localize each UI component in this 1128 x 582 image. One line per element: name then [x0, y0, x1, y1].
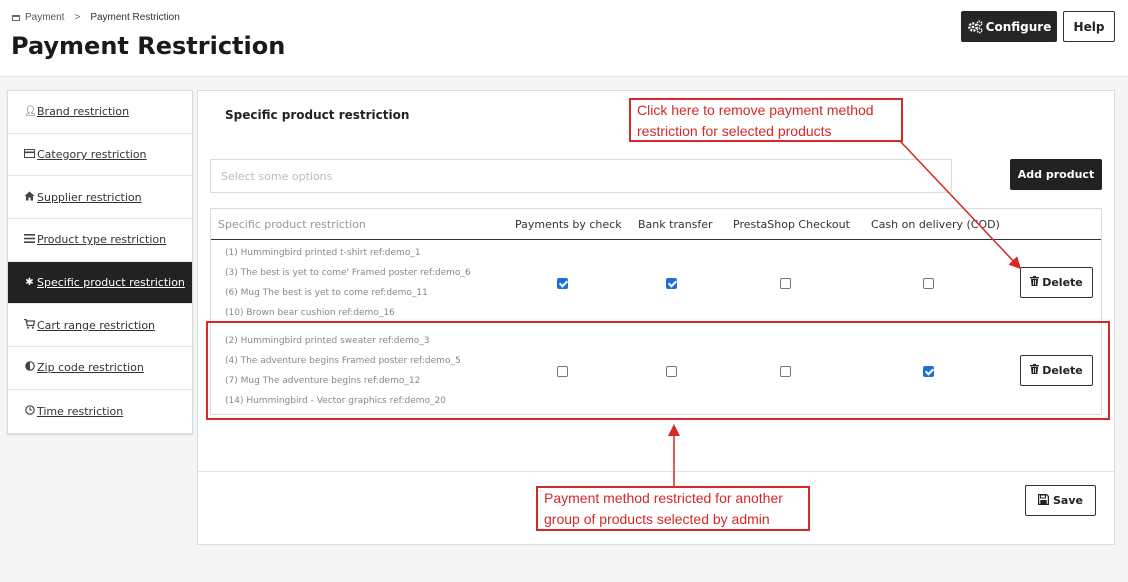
sidebar-item-zip-code-restriction[interactable]: Zip code restriction [8, 347, 192, 390]
specific-product-panel: Specific product restriction Select some… [197, 90, 1115, 545]
column-header: Specific product restriction [218, 218, 366, 231]
sidebar-item-label: Product type restriction [37, 233, 167, 247]
payment-icon [12, 14, 20, 21]
asterisk-icon: ✱ [25, 277, 34, 289]
sidebar-item-label: Zip code restriction [37, 361, 144, 375]
trash-icon [1030, 276, 1040, 289]
panel-title: Specific product restriction [225, 108, 410, 122]
annotation-line: restriction for selected products [637, 123, 832, 139]
breadcrumb-current: Payment Restriction [90, 12, 180, 23]
table-header: Specific product restriction Payments by… [211, 209, 1101, 240]
sidebar-item-product-type-restriction[interactable]: Product type restriction [8, 219, 192, 262]
product-item: (3) The best is yet to come' Framed post… [225, 268, 471, 278]
panel-divider [198, 471, 1114, 472]
check-cash-on-delivery[interactable] [923, 278, 934, 289]
column-header: Bank transfer [638, 218, 713, 231]
configure-label: Configure [985, 19, 1052, 34]
annotation-line: group of products selected by admin [544, 511, 770, 527]
user-icon: 👤︎ [24, 106, 37, 118]
page-title: Payment Restriction [11, 32, 286, 60]
help-button[interactable]: Help [1063, 11, 1115, 42]
product-item: (6) Mug The best is yet to come ref:demo… [225, 288, 428, 298]
sidebar-item-label: Supplier restriction [37, 190, 142, 204]
clock-icon [24, 404, 35, 418]
delete-label: Delete [1042, 276, 1083, 289]
column-header: Cash on delivery (COD) [871, 218, 1000, 231]
sidebar-item-label: Time restriction [37, 404, 124, 418]
sidebar-item-specific-product-restriction[interactable]: ✱ Specific product restriction [8, 261, 192, 305]
sidebar: 👤︎ Brand restriction Category restrictio… [7, 90, 193, 434]
product-item: (1) Hummingbird printed t-shirt ref:demo… [225, 248, 421, 258]
save-button[interactable]: Save [1025, 485, 1096, 516]
add-product-button[interactable]: Add product [1010, 159, 1102, 190]
sidebar-item-label: Cart range restriction [37, 318, 156, 332]
table-row: (1) Hummingbird printed t-shirt ref:demo… [211, 241, 1101, 326]
highlight-box [206, 321, 1110, 420]
adjust-icon [24, 361, 35, 374]
cart-icon [24, 318, 36, 332]
credit-card-icon [24, 148, 35, 161]
save-label: Save [1053, 494, 1083, 507]
product-select-input[interactable]: Select some options [210, 159, 952, 193]
column-header: PrestaShop Checkout [733, 218, 850, 231]
sidebar-item-label: Specific product restriction [37, 276, 185, 290]
check-payments-by-check[interactable] [557, 278, 568, 289]
cogs-icon [967, 19, 983, 34]
check-bank-transfer[interactable] [666, 278, 677, 289]
sidebar-item-label: Category restriction [37, 148, 147, 162]
sidebar-item-cart-range-restriction[interactable]: Cart range restriction [8, 304, 192, 348]
breadcrumb-parent[interactable]: Payment [25, 12, 64, 23]
annotation-callout-top: Click here to remove payment method rest… [629, 98, 903, 142]
check-prestashop-checkout[interactable] [780, 278, 791, 289]
configure-button[interactable]: Configure [961, 11, 1057, 42]
annotation-line: Click here to remove payment method [637, 102, 874, 118]
list-icon [24, 233, 35, 246]
page-header: Payment > Payment Restriction Payment Re… [0, 0, 1128, 77]
column-header: Payments by check [515, 218, 622, 231]
breadcrumb-separator: > [74, 12, 81, 23]
sidebar-item-category-restriction[interactable]: Category restriction [8, 134, 192, 177]
floppy-disk-icon [1038, 493, 1049, 508]
product-item: (10) Brown bear cushion ref:demo_16 [225, 308, 395, 318]
sidebar-item-brand-restriction[interactable]: 👤︎ Brand restriction [8, 91, 192, 134]
sidebar-item-time-restriction[interactable]: Time restriction [8, 390, 192, 433]
home-icon [24, 191, 35, 204]
help-label: Help [1073, 19, 1105, 34]
delete-button[interactable]: Delete [1020, 267, 1093, 298]
breadcrumb: Payment > Payment Restriction [12, 12, 180, 23]
annotation-line: Payment method restricted for another [544, 490, 783, 506]
annotation-callout-bottom: Payment method restricted for another gr… [536, 486, 810, 531]
sidebar-item-supplier-restriction[interactable]: Supplier restriction [8, 176, 192, 220]
sidebar-item-label: Brand restriction [37, 105, 130, 119]
